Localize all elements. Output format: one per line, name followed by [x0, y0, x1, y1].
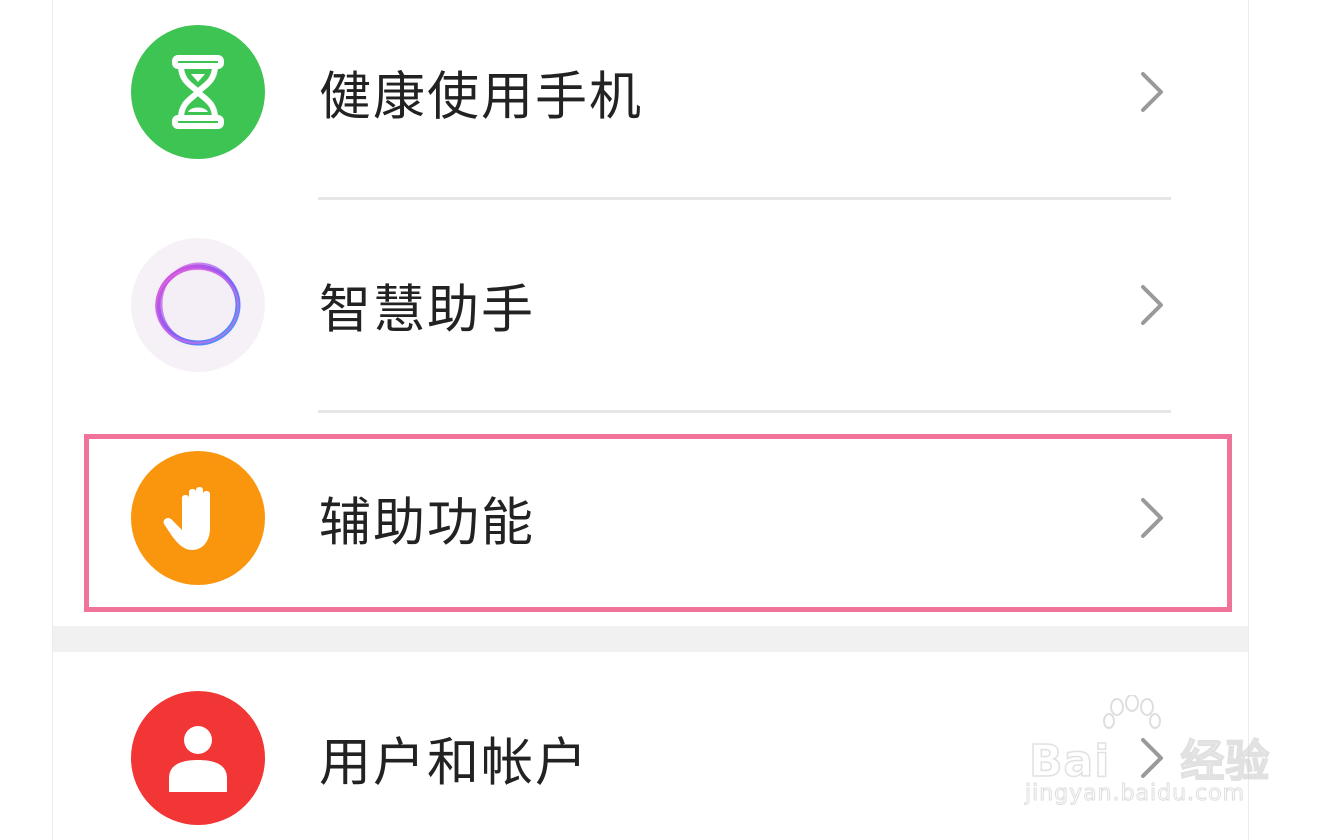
- row-divider: [318, 197, 1171, 200]
- settings-item-smart-assistant[interactable]: 智慧助手: [53, 212, 1248, 402]
- settings-screen: 健康使用手机 智慧助手 辅助功能 用户和帐户 Bai 经验 jingyan.ba…: [0, 0, 1339, 840]
- settings-item-label: 健康使用手机: [319, 67, 644, 128]
- row-divider: [318, 410, 1171, 413]
- baidu-jingyan-watermark: Bai 经验 jingyan.baidu.com: [1024, 695, 1275, 815]
- highlight-box: [84, 434, 1232, 612]
- settings-item-label: 智慧助手: [319, 280, 536, 341]
- settings-item-digital-balance[interactable]: 健康使用手机: [53, 0, 1248, 190]
- chevron-right-icon: [1141, 285, 1163, 325]
- user-icon: [131, 691, 265, 825]
- watermark-site: jingyan.baidu.com: [1024, 781, 1246, 807]
- smart-assistant-ring-icon: [131, 238, 265, 372]
- hourglass-icon: [131, 25, 265, 159]
- settings-item-label: 用户和帐户: [319, 733, 590, 794]
- chevron-right-icon: [1141, 72, 1163, 112]
- watermark-brand: Bai 经验: [1028, 735, 1271, 788]
- group-separator: [53, 626, 1248, 652]
